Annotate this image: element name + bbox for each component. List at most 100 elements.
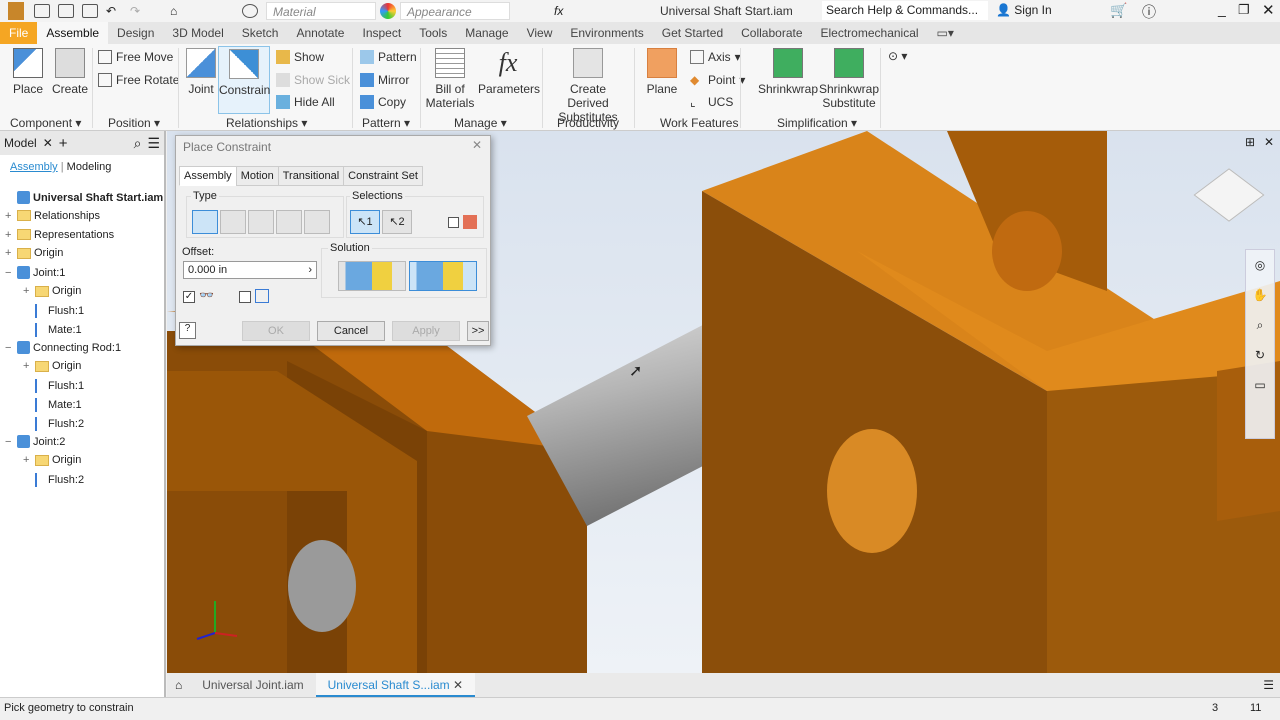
- type-tangent-button[interactable]: [248, 210, 274, 234]
- tree-node[interactable]: − Connecting Rod:1: [5, 341, 121, 355]
- tab-manage[interactable]: Manage: [456, 22, 517, 44]
- tree-node[interactable]: Universal Shaft Start.iam: [5, 191, 163, 204]
- restore-button[interactable]: ❐: [1238, 2, 1250, 18]
- show-button[interactable]: Show: [276, 50, 324, 64]
- type-insert-button[interactable]: [276, 210, 302, 234]
- bill-of-materials-button[interactable]: Bill of Materials: [424, 48, 476, 110]
- ucs-button[interactable]: ⌞ UCS: [690, 95, 733, 109]
- redo-icon[interactable]: ↷: [130, 4, 146, 18]
- shrinkwrap-button[interactable]: Shrinkwrap: [758, 48, 818, 96]
- ribbon-options-icon[interactable]: ▭▾: [928, 22, 963, 44]
- pattern-button[interactable]: Pattern: [360, 50, 417, 64]
- tree-node[interactable]: Flush:1: [23, 303, 84, 318]
- tab-get-started[interactable]: Get Started: [653, 22, 732, 44]
- expander-icon[interactable]: +: [23, 285, 32, 297]
- tree-node[interactable]: + Origin: [23, 285, 81, 297]
- create-derived-substitutes-button[interactable]: Create Derived Substitutes: [548, 48, 628, 124]
- selection-2-button[interactable]: ↖2: [382, 210, 412, 234]
- tree-node[interactable]: Flush:2: [23, 473, 84, 487]
- copy-button[interactable]: Copy: [360, 95, 406, 109]
- tree-node[interactable]: + Relationships: [5, 210, 100, 222]
- browser-tab-model[interactable]: Model: [4, 136, 37, 150]
- tree-node[interactable]: Flush:1: [23, 379, 84, 393]
- solution-mate-button[interactable]: [338, 261, 406, 291]
- dialog-tab-assembly[interactable]: Assembly: [179, 166, 237, 186]
- tab-design[interactable]: Design: [108, 22, 163, 44]
- app-logo-icon[interactable]: [8, 2, 24, 20]
- solution-flush-button[interactable]: [409, 261, 477, 291]
- tab-file[interactable]: File: [0, 22, 38, 44]
- home-tab-icon[interactable]: ⌂: [167, 678, 190, 692]
- subtab-modeling[interactable]: Modeling: [67, 161, 112, 173]
- tree-node[interactable]: Mate:1: [23, 397, 82, 412]
- constrain-button[interactable]: Constrain: [218, 46, 270, 114]
- pan-icon[interactable]: ✋: [1246, 280, 1274, 310]
- expander-icon[interactable]: +: [23, 454, 32, 466]
- close-browser-icon[interactable]: ✕: [43, 136, 53, 150]
- close-button[interactable]: ✕: [1262, 1, 1275, 19]
- tab-3d-model[interactable]: 3D Model: [163, 22, 232, 44]
- expander-icon[interactable]: +: [5, 247, 14, 259]
- tab-environments[interactable]: Environments: [561, 22, 652, 44]
- axis-button[interactable]: Axis ▾: [690, 50, 741, 64]
- plane-button[interactable]: Plane: [644, 48, 680, 96]
- tab-view[interactable]: View: [518, 22, 562, 44]
- doc-tab-universal-shaft[interactable]: Universal Shaft S...iam ✕: [315, 673, 476, 697]
- expander-icon[interactable]: +: [23, 360, 32, 372]
- maximize-viewport-icon[interactable]: ⊞: [1245, 135, 1255, 149]
- add-browser-icon[interactable]: +: [59, 135, 68, 152]
- tree-node[interactable]: − Joint:2: [5, 435, 65, 449]
- orbit-icon[interactable]: ↻: [1246, 340, 1274, 370]
- look-at-icon[interactable]: ▭: [1246, 370, 1274, 400]
- panel-simplification[interactable]: Simplification ▾: [777, 116, 857, 130]
- mirror-button[interactable]: Mirror: [360, 73, 409, 87]
- type-angle-button[interactable]: [220, 210, 246, 234]
- undo-icon[interactable]: ↶: [106, 4, 122, 18]
- show-preview-checkbox[interactable]: ✓: [183, 291, 195, 303]
- panel-pattern[interactable]: Pattern ▾: [362, 116, 410, 130]
- open-icon[interactable]: [58, 4, 74, 18]
- subtab-assembly[interactable]: Assembly: [10, 161, 58, 173]
- expander-icon[interactable]: +: [5, 210, 14, 222]
- offset-input[interactable]: 0.000 in ›: [183, 261, 317, 279]
- panel-manage[interactable]: Manage ▾: [454, 116, 507, 130]
- panel-position[interactable]: Position ▾: [108, 116, 160, 130]
- dialog-tab-constraint-set[interactable]: Constraint Set: [343, 166, 423, 186]
- free-move-button[interactable]: Free Move: [98, 50, 173, 64]
- home-icon[interactable]: ⌂: [170, 4, 186, 18]
- type-symmetry-button[interactable]: [304, 210, 330, 234]
- tab-assemble[interactable]: Assemble: [37, 22, 109, 44]
- fx-icon[interactable]: fx: [554, 4, 563, 18]
- show-sick-button[interactable]: Show Sick: [276, 73, 350, 87]
- tree-node[interactable]: + Representations: [5, 229, 114, 241]
- type-mate-button[interactable]: [192, 210, 218, 234]
- tree-node[interactable]: Mate:1: [23, 322, 82, 337]
- sign-in-button[interactable]: 👤 Sign In: [996, 3, 1052, 17]
- selection-1-button[interactable]: ↖1: [350, 210, 380, 234]
- expander-icon[interactable]: −: [5, 436, 14, 448]
- panel-options-button[interactable]: ⊙ ▾: [888, 49, 907, 63]
- cancel-button[interactable]: Cancel: [317, 321, 385, 341]
- tree-node[interactable]: + Origin: [23, 360, 81, 372]
- expander-icon[interactable]: −: [5, 267, 14, 279]
- dialog-tab-motion[interactable]: Motion: [235, 166, 279, 186]
- apply-button[interactable]: Apply: [392, 321, 460, 341]
- parameters-button[interactable]: fx Parameters: [478, 48, 540, 96]
- tree-node[interactable]: + Origin: [5, 247, 63, 259]
- update-icon[interactable]: [218, 4, 234, 18]
- save-icon[interactable]: [82, 4, 98, 18]
- zoom-icon[interactable]: ⌕: [1246, 310, 1274, 340]
- full-navigation-wheel-icon[interactable]: ◎: [1246, 250, 1274, 280]
- shrinkwrap-substitute-button[interactable]: Shrinkwrap Substitute: [818, 48, 880, 110]
- place-button[interactable]: Place: [8, 48, 48, 96]
- close-viewport-icon[interactable]: ✕: [1264, 135, 1274, 149]
- cart-icon[interactable]: 🛒: [1110, 2, 1127, 19]
- tab-sketch[interactable]: Sketch: [233, 22, 288, 44]
- expander-icon[interactable]: +: [5, 229, 14, 241]
- tree-node[interactable]: − Joint:1: [5, 266, 65, 280]
- panel-relationships[interactable]: Relationships ▾: [226, 116, 307, 130]
- help-search-input[interactable]: Search Help & Commands...: [822, 1, 988, 20]
- menu-icon[interactable]: ☰: [147, 135, 160, 152]
- help-icon[interactable]: ⓘ: [1142, 2, 1156, 22]
- predict-offset-checkbox[interactable]: [239, 291, 251, 303]
